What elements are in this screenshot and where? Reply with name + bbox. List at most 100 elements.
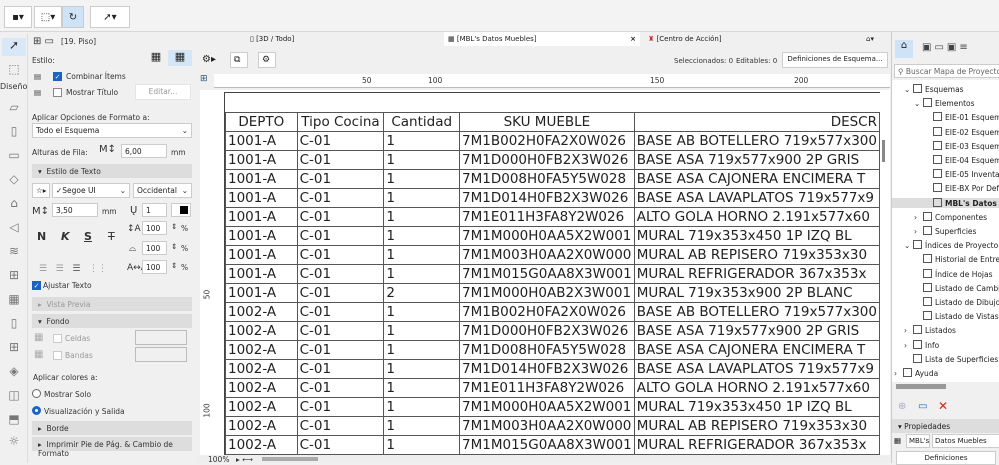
depto-cell[interactable]: 1002-A xyxy=(225,359,298,379)
sku-cell[interactable]: 7M1D000H0FB2X3W026 xyxy=(459,150,635,170)
sku-cell[interactable]: 7M1E011H3FA8Y2W026 xyxy=(459,378,635,398)
sku-cell[interactable]: 7M1M000H0AB2X3W001 xyxy=(459,283,635,303)
bands-checkbox[interactable] xyxy=(53,351,62,360)
expand-chevron-icon[interactable]: › xyxy=(914,227,923,236)
pen-input[interactable]: 1 xyxy=(142,203,167,217)
quantity-cell[interactable]: 1 xyxy=(383,226,461,246)
description-cell[interactable]: MURAL AB REPISERO 719x353x30 xyxy=(633,416,880,436)
tree-item[interactable]: Listado de Dibujos xyxy=(914,297,999,307)
kitchen-type-cell[interactable]: C-01 xyxy=(296,226,385,246)
table-row[interactable]: 1002-A C-01 1 7M1M015G0AA8X3W001 MURAL REFRI… xyxy=(225,435,880,455)
font-size-input[interactable]: 3,50 xyxy=(52,203,98,217)
table-row[interactable]: 1002-A C-01 1 7M1B002H0FA2X0W026 BASE AB BOT… xyxy=(225,302,880,322)
description-cell[interactable]: BASE AB BOTELLERO 719x577x300 xyxy=(633,302,880,322)
quantity-cell[interactable]: 1 xyxy=(383,302,461,322)
project-map-icon[interactable]: ⌂ xyxy=(895,40,913,58)
zone-tool-icon[interactable]: ⬒ xyxy=(6,412,22,426)
kitchen-type-cell[interactable]: C-01 xyxy=(296,207,385,227)
objects-icon[interactable]: ⚙ xyxy=(258,52,276,68)
settings-icon[interactable]: ▭ xyxy=(918,401,927,412)
kitchen-type-cell[interactable]: C-01 xyxy=(296,321,385,341)
expand-chevron-icon[interactable]: › xyxy=(914,213,923,222)
close-tab-icon[interactable]: × xyxy=(630,35,636,43)
toolbar-button-1[interactable]: ▪▾ xyxy=(4,6,32,28)
sku-cell[interactable]: 7M1B002H0FA2X0W026 xyxy=(459,302,635,322)
kitchen-type-cell[interactable]: C-01 xyxy=(296,454,385,455)
property-id-input[interactable]: MBL's xyxy=(906,434,930,448)
sku-cell[interactable]: 7M1M015G0AA8X3W001 xyxy=(459,435,635,455)
table-row[interactable]: 1001-A C-01 1 7M1M000H0AA5X2W001 MURAL 719x3… xyxy=(225,226,880,246)
expand-chevron-icon[interactable]: › xyxy=(904,341,913,350)
sku-cell[interactable]: 7M1D000H0FB2X3W026 xyxy=(459,321,635,341)
expand-chevron-icon[interactable]: › xyxy=(904,326,913,335)
table-row[interactable]: 1002-A C-01 1 7M1M000H0AA5X2W001 MURAL 719x3… xyxy=(225,397,880,417)
quantity-cell[interactable]: 1 xyxy=(383,416,461,436)
print-header[interactable]: ▸ Imprimir Pie de Pág. & Cambio de Forma… xyxy=(32,437,192,458)
navigator-popup-icon[interactable]: ⌂▾ xyxy=(862,32,878,46)
expand-chevron-icon[interactable]: › xyxy=(894,369,903,378)
kitchen-type-cell[interactable]: C-01 xyxy=(296,435,385,455)
quantity-cell[interactable]: 1 xyxy=(383,359,461,379)
shell-tool-icon[interactable]: ◁ xyxy=(6,220,22,234)
depto-cell[interactable]: 1002-A xyxy=(225,378,298,398)
description-cell[interactable]: BASE AB BOTELLERO 719x577x300 xyxy=(633,131,880,151)
sku-cell[interactable]: 7M1M000H0AB2X3W001 xyxy=(459,454,635,455)
tree-item[interactable]: › Ayuda xyxy=(894,368,938,378)
column-header[interactable]: DESCR xyxy=(633,112,880,132)
show-title-checkbox[interactable] xyxy=(53,88,62,97)
schedule-definitions-button[interactable]: Definiciones de Esquema... xyxy=(782,52,888,68)
depto-cell[interactable]: 1001-A xyxy=(225,131,298,151)
tree-item[interactable]: MBL's Datos Muebles xyxy=(892,197,999,208)
tree-item[interactable]: Listado de Vistas xyxy=(914,311,999,321)
search-input[interactable]: ⚲ Buscar Mapa de Proyecto xyxy=(894,64,999,78)
tree-item[interactable]: Listado de Cambios xyxy=(914,282,999,293)
description-cell[interactable]: BASE ASA LAVAPLATOS 719x577x9 xyxy=(633,359,880,379)
description-cell[interactable]: BASE ASA 719x577x900 2P GRIS xyxy=(633,150,880,170)
table-row[interactable]: 1002-A C-01 1 7M1D014H0FB2X3W026 BASE ASA LA… xyxy=(225,359,880,379)
depto-cell[interactable]: 1002-A xyxy=(225,397,298,417)
sku-cell[interactable]: 7M1B002H0FA2X0W026 xyxy=(459,131,635,151)
expand-chevron-icon[interactable]: ⌄ xyxy=(904,85,913,94)
corner-window-tool-icon[interactable]: ◫ xyxy=(6,388,22,402)
cells-checkbox[interactable] xyxy=(53,334,62,343)
description-cell[interactable]: MURAL 719x353x450 1P IZQ BL xyxy=(633,397,880,417)
quantity-cell[interactable]: 1 xyxy=(383,131,461,151)
table-row[interactable]: 1002-A C-01 1 7M1D000H0FB2X3W026 BASE ASA 71… xyxy=(225,321,880,341)
slab-tool-icon[interactable]: ◇ xyxy=(6,172,22,186)
sku-cell[interactable]: 7M1E011H3FA8Y2W026 xyxy=(459,207,635,227)
sku-cell[interactable]: 7M1D008H0FA5Y5W028 xyxy=(459,169,635,189)
view-output-radio[interactable] xyxy=(32,406,41,415)
background-header[interactable]: ▾ Fondo xyxy=(32,314,192,328)
column-header[interactable]: Tipo Cocina xyxy=(296,112,385,132)
tree-item[interactable]: Lista de Superficies xyxy=(904,353,998,364)
table-row[interactable]: 1002-A C-01 1 7M1D008H0FA5Y5W028 BASE ASA CA… xyxy=(225,340,880,360)
show-only-radio[interactable] xyxy=(32,389,41,398)
tab-action-center[interactable]: ♜ [Centro de Acción] xyxy=(644,32,726,46)
depto-cell[interactable]: 1001-A xyxy=(225,283,298,303)
description-cell[interactable]: MURAL 719x353x900 2P BLANC xyxy=(633,454,880,455)
table-row[interactable]: 1001-A C-01 1 7M1M003H0AA2X0W000 MURAL AB RE… xyxy=(225,245,880,265)
tree-item[interactable]: EIE-BX Por Defecto xyxy=(924,183,999,193)
roof-tool-icon[interactable]: ⌂ xyxy=(6,196,22,210)
quantity-cell[interactable]: 1 xyxy=(383,435,461,455)
font-select[interactable]: ✓Segoe UI ⌄ xyxy=(52,183,130,198)
tree-item[interactable]: EIE-02 Esquema de xyxy=(924,126,999,137)
quantity-cell[interactable]: 1 xyxy=(383,340,461,360)
apply-format-select[interactable]: Todo el Esquema ⌄ xyxy=(32,123,192,138)
preview-header[interactable]: ▸ Vista Previa xyxy=(32,297,192,311)
ruler-origin-icon[interactable]: ⊞ xyxy=(200,74,208,84)
sku-cell[interactable]: 7M1M000H0AA5X2W001 xyxy=(459,397,635,417)
width-factor-input[interactable]: 100 xyxy=(142,241,167,255)
char-spacing-input[interactable]: 100 xyxy=(142,260,167,274)
table-row[interactable]: 1001-A C-01 1 7M1D008H0FA5Y5W028 BASE ASA CA… xyxy=(225,169,880,189)
quantity-cell[interactable]: 2 xyxy=(383,454,461,455)
toolbar-button-2[interactable]: ⬚▾ xyxy=(34,6,62,28)
sku-cell[interactable]: 7M1D008H0FA5Y5W028 xyxy=(459,340,635,360)
row-height-input[interactable]: 6,00 xyxy=(121,144,167,158)
tree-item[interactable]: › Info xyxy=(904,339,939,350)
kitchen-type-cell[interactable]: C-01 xyxy=(296,378,385,398)
marquee-tool-icon[interactable]: ⬚ xyxy=(6,62,22,76)
quantity-cell[interactable]: 2 xyxy=(383,283,461,303)
tree-item[interactable]: EIE-03 Esquema de xyxy=(924,140,999,151)
text-style-header[interactable]: ▾ Estilo de Texto xyxy=(32,164,192,178)
